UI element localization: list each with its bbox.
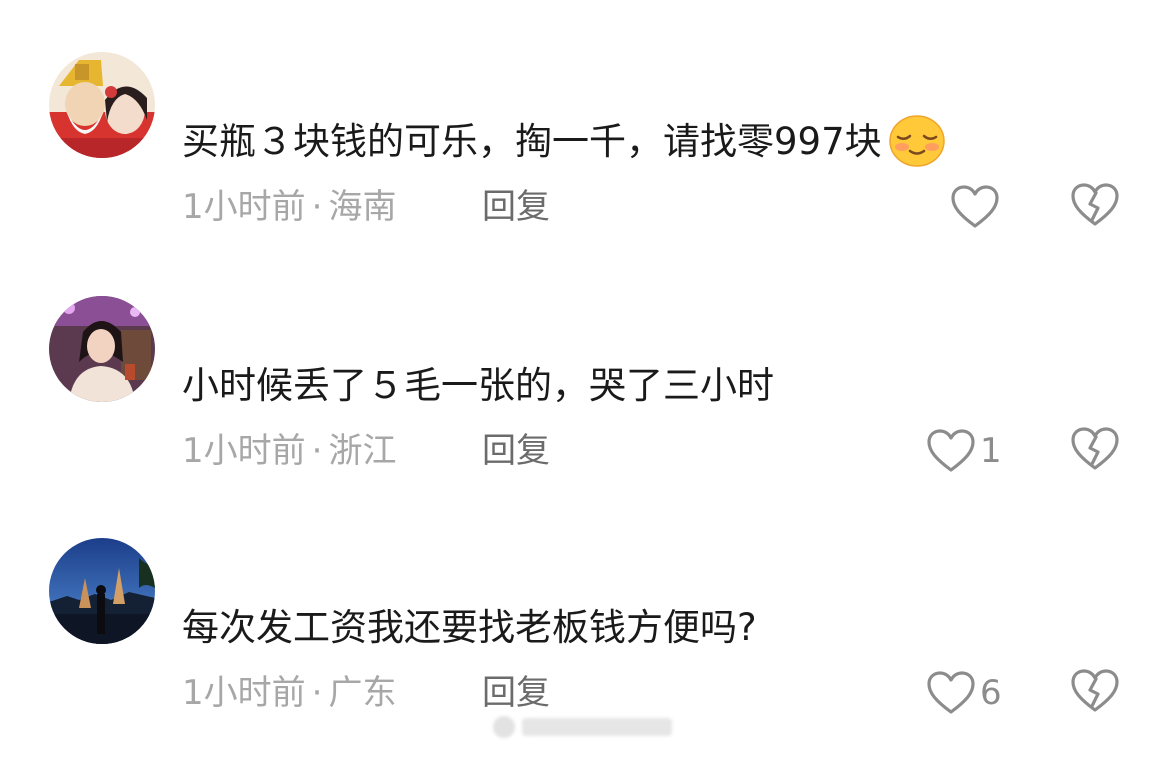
comment-item: 买瓶３块钱的可乐，掏一千，请找零997块 1小时前 · 海南 回复: [0, 48, 1170, 248]
reply-button[interactable]: 回复: [482, 429, 550, 473]
comment-text: 每次发工资我还要找老板钱方便吗?: [182, 602, 757, 654]
avatar-image: [49, 538, 155, 644]
comment-location: 海南: [328, 187, 397, 227]
like-button[interactable]: [950, 182, 1004, 232]
comment-list: 买瓶３块钱的可乐，掏一千，请找零997块 1小时前 · 海南 回复 小时候丢了５…: [0, 0, 1170, 757]
heart-outline-icon: [927, 671, 975, 714]
dislike-button[interactable]: [1070, 426, 1120, 476]
watermark: [490, 712, 685, 742]
comment-body: 小时候丢了５毛一张的，哭了三小时: [182, 364, 774, 407]
like-button[interactable]: 6: [926, 668, 1002, 718]
dislike-button[interactable]: [1070, 182, 1120, 232]
avatar-image: [49, 296, 155, 402]
like-count: 1: [980, 431, 1002, 471]
comment-item: 小时候丢了５毛一张的，哭了三小时 1小时前 · 浙江 回复 1: [0, 292, 1170, 492]
comment-body: 买瓶３块钱的可乐，掏一千，请找零997块: [182, 120, 882, 163]
comment-time: 1小时前: [182, 673, 306, 713]
comment-text: 小时候丢了５毛一张的，哭了三小时: [182, 360, 774, 412]
meta-separator: ·: [311, 187, 323, 227]
comment-meta: 1小时前 · 浙江: [182, 429, 396, 473]
reply-button[interactable]: 回复: [482, 185, 550, 229]
comment-location: 浙江: [328, 431, 397, 471]
comment-text: 买瓶３块钱的可乐，掏一千，请找零997块: [182, 114, 946, 168]
comment-body: 每次发工资我还要找老板钱方便吗?: [182, 606, 757, 649]
comment-time: 1小时前: [182, 431, 306, 471]
comment-time: 1小时前: [182, 187, 306, 227]
avatar[interactable]: [49, 52, 155, 158]
comment-location: 广东: [328, 673, 397, 713]
meta-separator: ·: [311, 431, 323, 471]
reply-button[interactable]: 回复: [482, 671, 550, 715]
comment-meta: 1小时前 · 广东: [182, 671, 396, 715]
avatar[interactable]: [49, 296, 155, 402]
heart-outline-icon: [951, 185, 999, 228]
smiling-face-icon: [888, 114, 946, 167]
like-count: 6: [980, 673, 1002, 713]
meta-separator: ·: [311, 673, 323, 713]
comment-item: 每次发工资我还要找老板钱方便吗? 1小时前 · 广东 回复 6: [0, 534, 1170, 734]
broken-heart-icon: [1071, 427, 1119, 470]
avatar[interactable]: [49, 538, 155, 644]
dislike-button[interactable]: [1070, 668, 1120, 718]
heart-outline-icon: [927, 429, 975, 472]
avatar-image: [49, 52, 155, 158]
like-button[interactable]: 1: [926, 426, 1002, 476]
broken-heart-icon: [1071, 669, 1119, 712]
broken-heart-icon: [1071, 183, 1119, 226]
comment-meta: 1小时前 · 海南: [182, 185, 396, 229]
